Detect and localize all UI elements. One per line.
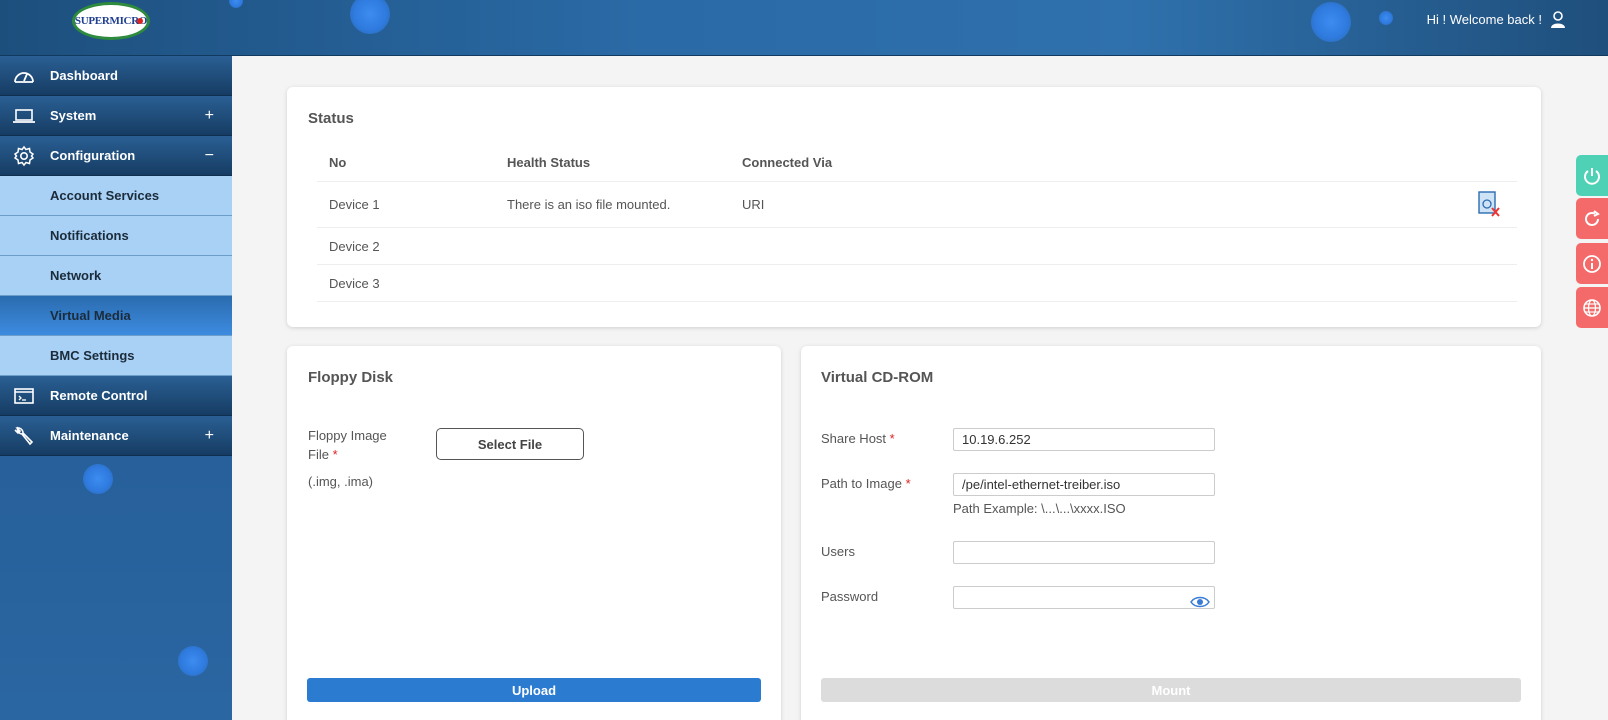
share-host-label-text: Share Host xyxy=(821,431,887,446)
top-header: SUPERMICRO Hi ! Welcome back ! xyxy=(0,0,1608,56)
path-to-image-input[interactable] xyxy=(953,473,1215,496)
logo-dot xyxy=(137,18,143,24)
sidebar-subitem-account-services[interactable]: Account Services xyxy=(0,176,232,216)
password-label: Password xyxy=(821,589,879,604)
info-icon xyxy=(1583,254,1601,273)
health-status: There is an iso file mounted. xyxy=(507,197,671,212)
password-input[interactable] xyxy=(953,586,1215,609)
globe-icon xyxy=(1583,298,1601,317)
users-input[interactable] xyxy=(953,541,1215,564)
decor-bokeh xyxy=(178,646,208,676)
sidebar-item-dashboard[interactable]: Dashboard xyxy=(0,56,232,96)
sidebar-subitem-network[interactable]: Network xyxy=(0,256,232,296)
sidebar-item-label: Remote Control xyxy=(50,388,148,403)
table-row: Device 3 xyxy=(317,265,1517,302)
reset-icon xyxy=(1585,209,1600,226)
decor-bokeh xyxy=(350,0,390,34)
table-header: No Health Status Connected Via xyxy=(317,144,1517,182)
connected-via: URI xyxy=(742,197,765,212)
floppy-extensions: (.img, .ima) xyxy=(308,474,373,489)
sidebar-subitem-bmc-settings[interactable]: BMC Settings xyxy=(0,336,232,376)
column-header-connected: Connected Via xyxy=(742,155,833,170)
path-example-hint: Path Example: \...\...\xxxx.ISO xyxy=(953,501,1126,516)
wrench-icon xyxy=(12,424,36,448)
table-row: Device 1 There is an iso file mounted. U… xyxy=(317,182,1517,228)
gauge-icon xyxy=(12,64,36,88)
upload-button[interactable]: Upload xyxy=(307,678,761,702)
path-to-image-label: Path to Image * xyxy=(821,474,911,493)
status-card: Status No Health Status Connected Via De… xyxy=(287,87,1541,327)
gear-icon xyxy=(12,144,36,168)
collapse-icon[interactable]: − xyxy=(205,147,214,165)
show-password-eye-icon[interactable] xyxy=(1190,595,1210,609)
sidebar-item-remote-control[interactable]: Remote Control xyxy=(0,376,232,416)
share-host-input[interactable] xyxy=(953,428,1215,451)
sidebar-item-label: Dashboard xyxy=(50,68,118,83)
cdrom-title: Virtual CD-ROM xyxy=(821,369,934,386)
share-host-label: Share Host * xyxy=(821,429,895,448)
floppy-title: Floppy Disk xyxy=(308,369,394,386)
required-mark: * xyxy=(905,476,911,491)
device-name: Device 3 xyxy=(329,275,380,291)
column-header-no: No xyxy=(329,155,347,170)
status-table: No Health Status Connected Via Device 1 … xyxy=(317,144,1517,302)
sidebar-subitem-notifications[interactable]: Notifications xyxy=(0,216,232,256)
decor-bokeh xyxy=(83,464,113,494)
mount-button[interactable]: Mount xyxy=(821,678,1521,702)
required-mark: * xyxy=(889,431,895,446)
reset-button[interactable] xyxy=(1576,198,1608,239)
power-button[interactable] xyxy=(1576,155,1608,196)
table-row: Device 2 xyxy=(317,228,1517,265)
users-label: Users xyxy=(821,544,855,559)
decor-bokeh xyxy=(1379,11,1393,25)
floppy-label-line1: Floppy Image xyxy=(308,428,387,443)
supermicro-logo[interactable]: SUPERMICRO xyxy=(72,2,150,40)
sidebar: Dashboard System + Configuration − Accou… xyxy=(0,56,232,720)
decor-bokeh xyxy=(1311,2,1351,42)
select-file-button[interactable]: Select File xyxy=(436,428,584,460)
path-label-text: Path to Image xyxy=(821,476,902,491)
sidebar-item-maintenance[interactable]: Maintenance + xyxy=(0,416,232,456)
sidebar-item-label: System xyxy=(50,108,97,123)
expand-icon[interactable]: + xyxy=(205,107,214,125)
info-button[interactable] xyxy=(1576,243,1608,284)
sidebar-item-system[interactable]: System + xyxy=(0,96,232,136)
floppy-image-label: Floppy Image File * xyxy=(308,426,387,464)
status-title: Status xyxy=(308,110,354,127)
decor-bokeh xyxy=(229,0,243,8)
device-name: Device 2 xyxy=(329,238,380,254)
sidebar-item-configuration[interactable]: Configuration − xyxy=(0,136,232,176)
required-mark: * xyxy=(332,447,338,462)
sidebar-item-label: Maintenance xyxy=(50,428,129,443)
laptop-icon xyxy=(12,104,36,128)
sidebar-subitem-virtual-media[interactable]: Virtual Media xyxy=(0,296,232,336)
language-button[interactable] xyxy=(1576,287,1608,328)
user-icon[interactable] xyxy=(1550,11,1566,29)
welcome-text: Hi ! Welcome back ! xyxy=(1426,12,1542,27)
power-icon xyxy=(1584,167,1600,185)
virtual-cdrom-card: Virtual CD-ROM Share Host * Path to Imag… xyxy=(801,346,1541,720)
column-header-health: Health Status xyxy=(507,155,591,170)
sidebar-item-label: Configuration xyxy=(50,148,136,163)
expand-icon[interactable]: + xyxy=(205,427,214,445)
device-name: Device 1 xyxy=(329,197,380,212)
unmount-disc-icon[interactable] xyxy=(1477,190,1501,218)
floppy-label-line2: File xyxy=(308,447,329,462)
console-icon xyxy=(12,384,36,408)
floppy-disk-card: Floppy Disk Floppy Image File * (.img, .… xyxy=(287,346,781,720)
